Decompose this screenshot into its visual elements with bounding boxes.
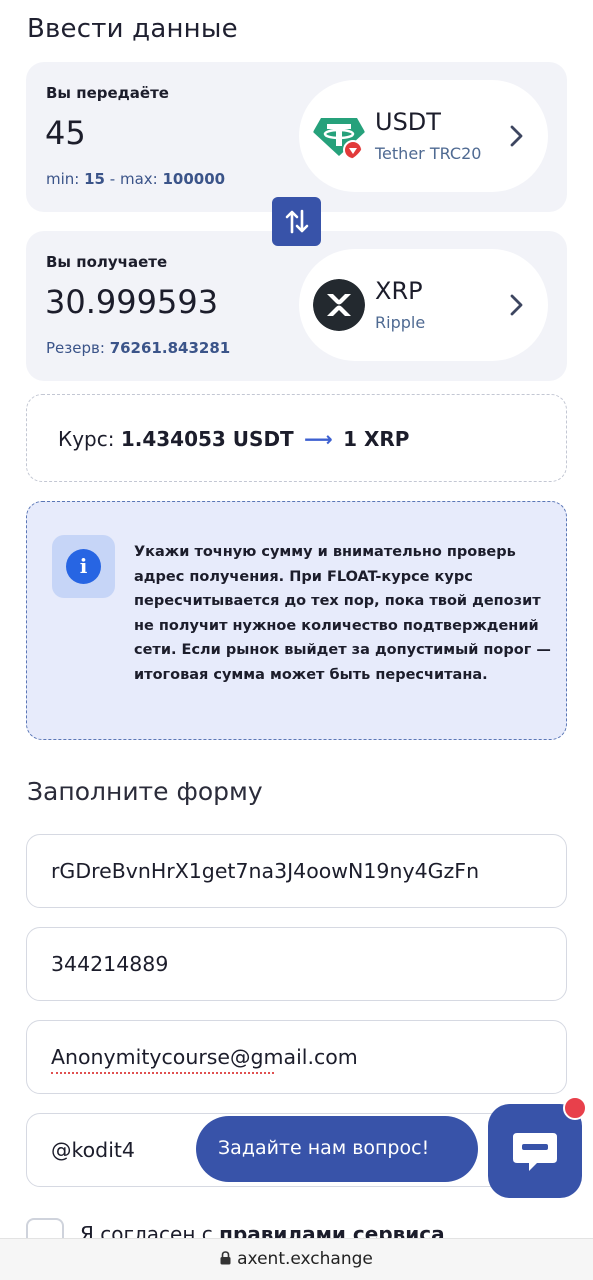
arrow-right-icon: ⟶	[304, 427, 333, 451]
send-currency-name: Tether TRC20	[375, 144, 482, 163]
email-field	[26, 1020, 567, 1094]
destination-tag-field	[26, 927, 567, 1001]
reserve-label: Резерв:	[46, 339, 105, 357]
email-input[interactable]	[51, 1041, 546, 1073]
receive-currency-name: Ripple	[375, 313, 426, 332]
url-text: axent.exchange	[237, 1249, 373, 1269]
rate-from: 1.434053 USDT	[120, 427, 294, 451]
receive-amount[interactable]: 30.999593	[45, 283, 218, 321]
max-value: 100000	[162, 170, 226, 188]
send-label: Вы передаёте	[46, 84, 169, 102]
consent-prefix: Я согласен с	[80, 1222, 213, 1238]
form-title: Заполните форму	[27, 777, 263, 806]
min-value: 15	[84, 170, 105, 188]
send-amount[interactable]: 45	[45, 114, 86, 152]
info-icon: i	[52, 535, 115, 598]
exchange-rate-box: Курс: 1.434053 USDT ⟶ 1 XRP	[26, 394, 567, 482]
send-limits: min: 15 - max: 100000	[46, 170, 225, 188]
consent-row: Я согласен с правилами сервиса	[26, 1212, 586, 1238]
chat-prompt-bubble[interactable]: Задайте нам вопрос!	[196, 1116, 478, 1182]
notice-box: i Укажи точную сумму и внимательно прове…	[26, 501, 567, 740]
chat-icon	[513, 1133, 557, 1171]
chevron-right-icon	[510, 125, 523, 147]
swap-arrows-icon	[285, 209, 309, 234]
receive-currency-selector[interactable]: XRP Ripple	[299, 249, 548, 361]
send-currency-selector[interactable]: USDT Tether TRC20	[299, 80, 548, 192]
browser-url-bar[interactable]: axent.exchange	[0, 1238, 593, 1280]
xrp-icon	[313, 279, 365, 331]
rules-link[interactable]: правилами сервиса	[219, 1222, 445, 1238]
receive-label: Вы получаете	[46, 253, 168, 271]
wallet-address-input[interactable]	[51, 855, 546, 887]
swap-button[interactable]	[272, 197, 321, 246]
spellcheck-underline	[51, 1071, 274, 1074]
url-display: axent.exchange	[0, 1249, 593, 1269]
page-title: Ввести данные	[27, 14, 238, 44]
consent-text: Я согласен с правилами сервиса	[80, 1222, 445, 1238]
notification-badge	[563, 1096, 587, 1120]
rate-to: 1 XRP	[343, 427, 410, 451]
min-label: min:	[46, 170, 80, 188]
tether-icon	[313, 118, 365, 160]
wallet-address-field	[26, 834, 567, 908]
receive-card: Вы получаете 30.999593 Резерв: 76261.843…	[26, 231, 567, 381]
rate-label: Курс:	[58, 427, 115, 451]
reserve-value: 76261.843281	[109, 339, 231, 357]
send-currency-code: USDT	[375, 108, 441, 136]
send-card: Вы передаёте 45 min: 15 - max: 100000 US…	[26, 62, 567, 212]
exchange-rate: Курс: 1.434053 USDT ⟶ 1 XRP	[58, 427, 409, 451]
destination-tag-input[interactable]	[51, 948, 546, 980]
chat-prompt-label: Задайте нам вопрос!	[218, 1137, 430, 1159]
reserve-info: Резерв: 76261.843281	[46, 339, 230, 357]
consent-checkbox[interactable]	[26, 1218, 64, 1238]
lock-icon	[220, 1251, 231, 1265]
chevron-right-icon	[510, 294, 523, 316]
max-label: - max:	[109, 170, 158, 188]
receive-currency-code: XRP	[375, 277, 423, 305]
notice-text: Укажи точную сумму и внимательно проверь…	[134, 544, 551, 683]
